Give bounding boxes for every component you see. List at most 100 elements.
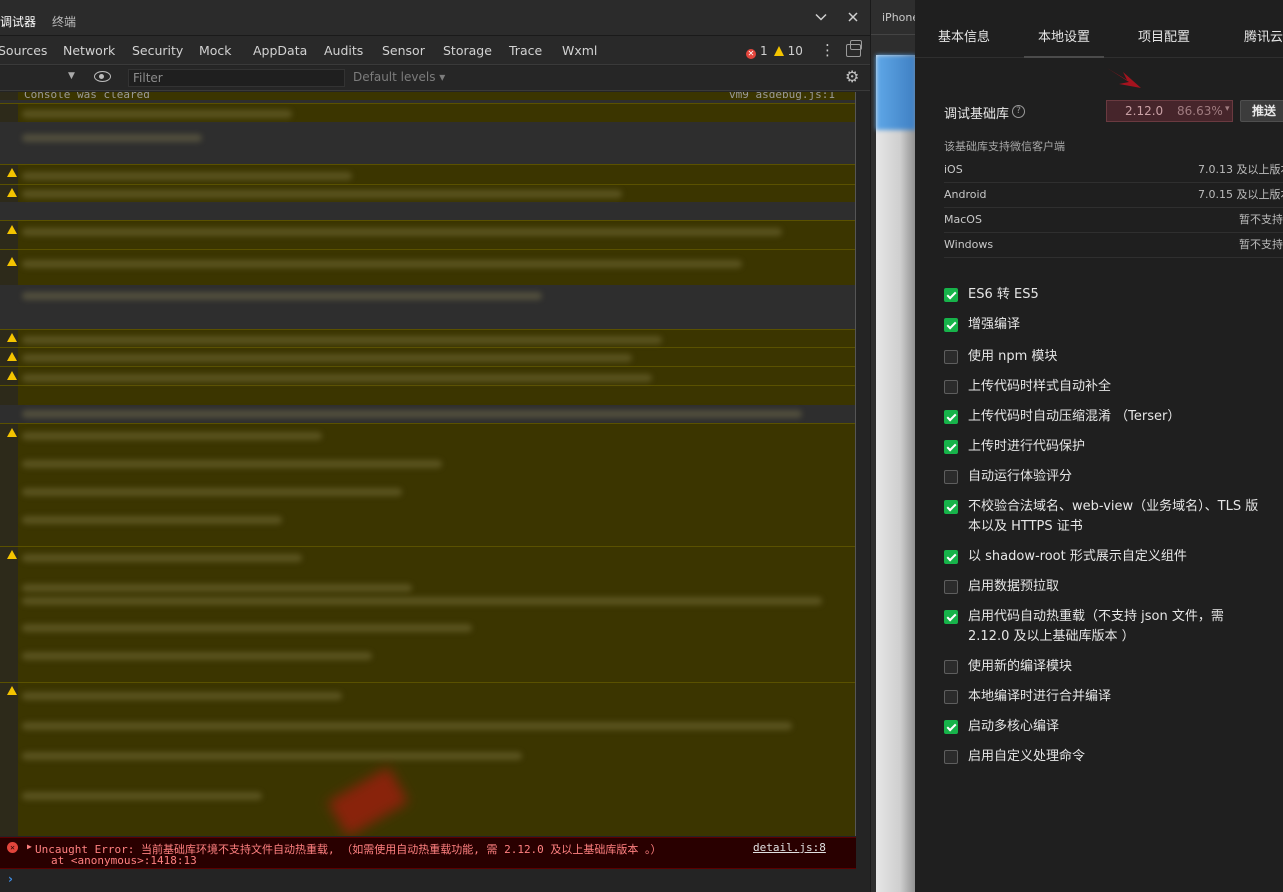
device-label[interactable]: iPhone (882, 11, 919, 24)
warning-icon (7, 225, 17, 234)
redacted-log-line (22, 336, 662, 344)
checkbox[interactable] (944, 580, 958, 594)
gear-icon[interactable]: ⚙ (845, 69, 861, 85)
devtools-panel: 调试器 终端 Sources Network Security Mock App… (0, 0, 870, 892)
error-source-link[interactable]: detail.js:8 (753, 841, 826, 854)
expand-triangle-icon[interactable]: ▶ (27, 842, 32, 851)
console-output: Console was cleared vm9_asdebug.js:1 (0, 92, 856, 836)
settings-panel: 基本信息 本地设置 项目配置 腾讯云 调试基础库 ? 2.12.0 86.63%… (915, 0, 1283, 892)
tab-sensor[interactable]: Sensor (382, 43, 425, 58)
tab-storage[interactable]: Storage (443, 43, 492, 58)
redacted-log-line (22, 172, 352, 180)
tab-terminal[interactable]: 终端 (52, 13, 76, 30)
support-value: 7.0.13 及以上版本 (1198, 163, 1283, 176)
tab-tencent-cloud[interactable]: 腾讯云 (1244, 26, 1283, 45)
simulator-screen-header (876, 55, 916, 130)
option-label: 不校验合法域名、web-view（业务域名）、TLS 版本以及 HTTPS 证书 (968, 499, 1259, 534)
context-selector[interactable]: ▼ (0, 69, 80, 87)
undock-icon[interactable] (846, 40, 862, 57)
checkbox[interactable] (944, 500, 958, 514)
support-platform: Android (944, 188, 987, 201)
redacted-log-line (22, 584, 412, 592)
console-input[interactable]: › (0, 870, 856, 892)
warning-icon (7, 168, 17, 177)
support-row: Windows 暂不支持 (944, 233, 1283, 258)
tab-security[interactable]: Security (132, 43, 183, 58)
base-library-label: 调试基础库 (944, 107, 1010, 122)
redacted-log-line (22, 624, 472, 632)
eye-icon[interactable] (94, 71, 111, 82)
console-row-bg (0, 122, 855, 164)
settings-tabs: 基本信息 本地设置 项目配置 腾讯云 (915, 0, 1283, 58)
warning-icon (7, 257, 17, 266)
redacted-log-line (22, 432, 322, 440)
support-value: 暂不支持 (1239, 238, 1283, 251)
option-label: 上传代码时样式自动补全 (968, 379, 1112, 394)
option-label: 启用数据预拉取 (968, 579, 1060, 594)
redacted-log-line (22, 134, 202, 142)
checkbox[interactable] (944, 660, 958, 674)
base-library-row: 调试基础库 ? 2.12.0 86.63% ▾ 推送 (915, 96, 1283, 126)
checkbox[interactable] (944, 288, 958, 302)
checkbox[interactable] (944, 720, 958, 734)
checkbox[interactable] (944, 440, 958, 454)
console-separator (0, 347, 855, 348)
tab-local-settings[interactable]: 本地设置 (1023, 26, 1105, 58)
base-library-percent: 86.63% (1177, 104, 1223, 118)
checkbox[interactable] (944, 350, 958, 364)
log-levels-label: Default levels (353, 70, 436, 84)
checkbox[interactable] (944, 318, 958, 332)
console-separator (0, 423, 855, 424)
tab-basic-info[interactable]: 基本信息 (938, 26, 990, 45)
console-separator (0, 682, 855, 683)
checkbox[interactable] (944, 610, 958, 624)
support-platform: iOS (944, 163, 963, 176)
tab-wxml[interactable]: Wxml (562, 43, 597, 58)
checkbox[interactable] (944, 690, 958, 704)
tab-debugger[interactable]: 调试器 (0, 13, 37, 40)
tab-sources[interactable]: Sources (0, 43, 47, 58)
console-separator (0, 385, 855, 386)
more-options-icon[interactable]: ⋮ (820, 42, 835, 58)
support-value: 暂不支持 (1239, 213, 1283, 226)
console-row-bg (0, 307, 855, 329)
console-separator (0, 220, 855, 221)
warning-icon (7, 188, 17, 197)
checkbox[interactable] (944, 410, 958, 424)
simulator-screen[interactable] (876, 55, 916, 892)
tab-project-config[interactable]: 项目配置 (1138, 26, 1190, 45)
redacted-log-line (22, 692, 342, 700)
tab-appdata[interactable]: AppData (253, 43, 307, 58)
simulator-divider (871, 34, 916, 35)
support-caption: 该基础库支持微信客户端 (944, 140, 1065, 153)
help-icon[interactable]: ? (1012, 105, 1025, 118)
devtools-top-bar: 调试器 终端 (0, 0, 870, 40)
filter-input[interactable] (128, 69, 345, 87)
redacted-log-line (22, 722, 792, 730)
warning-icon (7, 550, 17, 559)
checkbox[interactable] (944, 750, 958, 764)
log-levels-dropdown[interactable]: Default levels ▾ (353, 70, 445, 84)
console-separator (0, 546, 855, 547)
close-icon[interactable] (845, 10, 861, 26)
redacted-log-line (22, 292, 542, 300)
push-button[interactable]: 推送 (1240, 100, 1283, 122)
red-annotation-mark (327, 767, 409, 836)
checkbox[interactable] (944, 550, 958, 564)
base-library-select[interactable]: 2.12.0 86.63% ▾ (1106, 100, 1233, 122)
redacted-log-line (22, 110, 292, 118)
tab-mock[interactable]: Mock (199, 43, 232, 58)
tab-network[interactable]: Network (63, 43, 115, 58)
chevron-down-icon[interactable] (813, 10, 829, 26)
checkbox[interactable] (944, 380, 958, 394)
warning-icon (7, 428, 17, 437)
tab-audits[interactable]: Audits (324, 43, 363, 58)
tab-trace[interactable]: Trace (509, 43, 542, 58)
error-icon: ✕ (746, 49, 756, 59)
console-separator (0, 366, 855, 367)
console-error-row: ✕ ▶ Uncaught Error: 当前基础库环境不支持文件自动热重载, （… (0, 837, 856, 869)
option-label: 自动运行体验评分 (968, 469, 1073, 484)
checkbox[interactable] (944, 470, 958, 484)
warning-icon (7, 333, 17, 342)
issue-counter[interactable]: ✕ 1 10 (746, 44, 803, 59)
